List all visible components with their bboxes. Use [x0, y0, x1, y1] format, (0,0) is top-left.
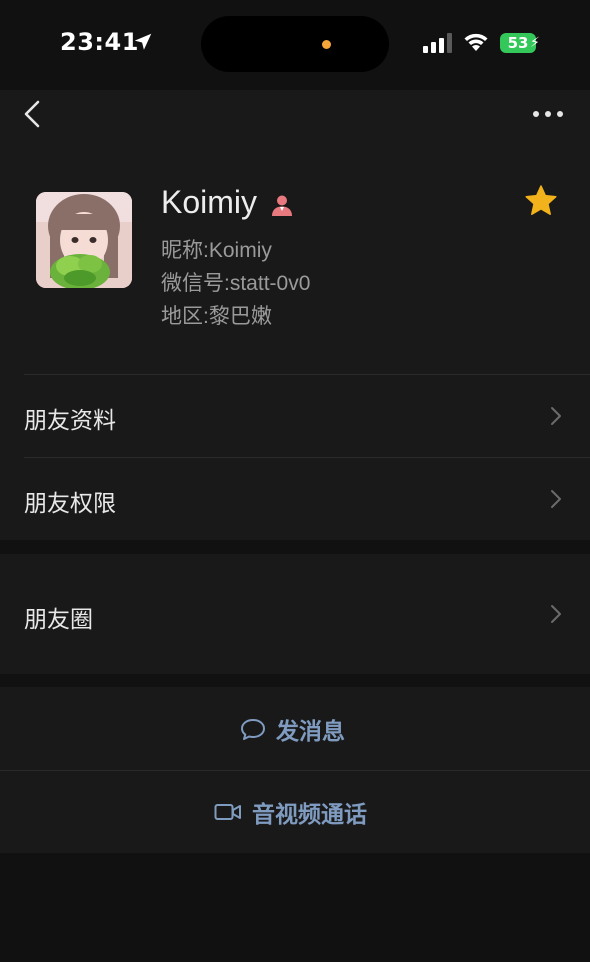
region-value: 黎巴嫩: [208, 305, 272, 328]
bottom-space: [0, 853, 590, 962]
female-user-icon: [272, 195, 292, 216]
contact-profile-screen: 23:41 53 ⚡ Koimiy 昵称:Koimiy 微信号:statt-0v…: [0, 0, 590, 962]
row-label: 朋友权限: [24, 491, 116, 517]
wechat-id-line: 微信号:statt-0v0: [161, 267, 310, 297]
nickname-label: 昵称:: [161, 239, 209, 262]
camera-indicator-dot: [322, 40, 331, 49]
row-friend-permissions[interactable]: 朋友权限: [0, 457, 590, 540]
location-arrow-icon: [134, 33, 152, 50]
dynamic-island: [201, 16, 389, 72]
chevron-right-icon: [551, 490, 561, 508]
status-bar: 23:41 53 ⚡: [0, 0, 590, 90]
contact-name: Koimiy: [161, 184, 258, 220]
row-friend-info[interactable]: 朋友资料: [0, 374, 590, 457]
section-gap: [0, 540, 590, 554]
row-moments[interactable]: 朋友圈: [0, 554, 590, 674]
battery-indicator: 53 ⚡: [500, 33, 542, 55]
av-call-label: 音视频通话: [252, 801, 367, 828]
star-icon[interactable]: [524, 184, 558, 218]
back-button[interactable]: [18, 98, 48, 130]
avatar[interactable]: [36, 192, 132, 288]
wifi-icon: [464, 33, 488, 51]
divider: [24, 374, 590, 375]
chat-bubble-icon: [241, 718, 265, 740]
charging-bolt-icon: ⚡: [530, 35, 540, 51]
nickname-line: 昵称:Koimiy: [161, 234, 272, 264]
section-gap: [0, 674, 590, 687]
send-message-button[interactable]: 发消息: [0, 687, 590, 770]
wechat-id-label: 微信号:: [161, 272, 230, 295]
divider: [24, 457, 590, 458]
wechat-id-value[interactable]: statt-0v0: [230, 272, 311, 295]
row-label: 朋友资料: [24, 408, 116, 434]
av-call-button[interactable]: 音视频通话: [0, 770, 590, 853]
video-camera-icon: [214, 803, 241, 820]
av-call-content: 音视频通话: [214, 770, 367, 853]
send-message-label: 发消息: [276, 718, 345, 745]
nickname-value: Koimiy: [208, 239, 272, 262]
status-time: 23:41: [60, 28, 139, 56]
chevron-right-icon: [551, 407, 561, 425]
cellular-signal-icon: [423, 33, 452, 53]
more-options-button[interactable]: [528, 102, 568, 126]
nav-bar: [0, 90, 590, 138]
avatar-image: [36, 192, 132, 288]
row-label: 朋友圈: [24, 607, 93, 633]
send-message-content: 发消息: [240, 687, 345, 770]
region-label: 地区:: [161, 305, 209, 328]
chevron-right-icon: [551, 605, 561, 623]
profile-header: Koimiy 昵称:Koimiy 微信号:statt-0v0 地区:黎巴嫩: [0, 138, 590, 374]
region-line: 地区:黎巴嫩: [161, 300, 272, 330]
